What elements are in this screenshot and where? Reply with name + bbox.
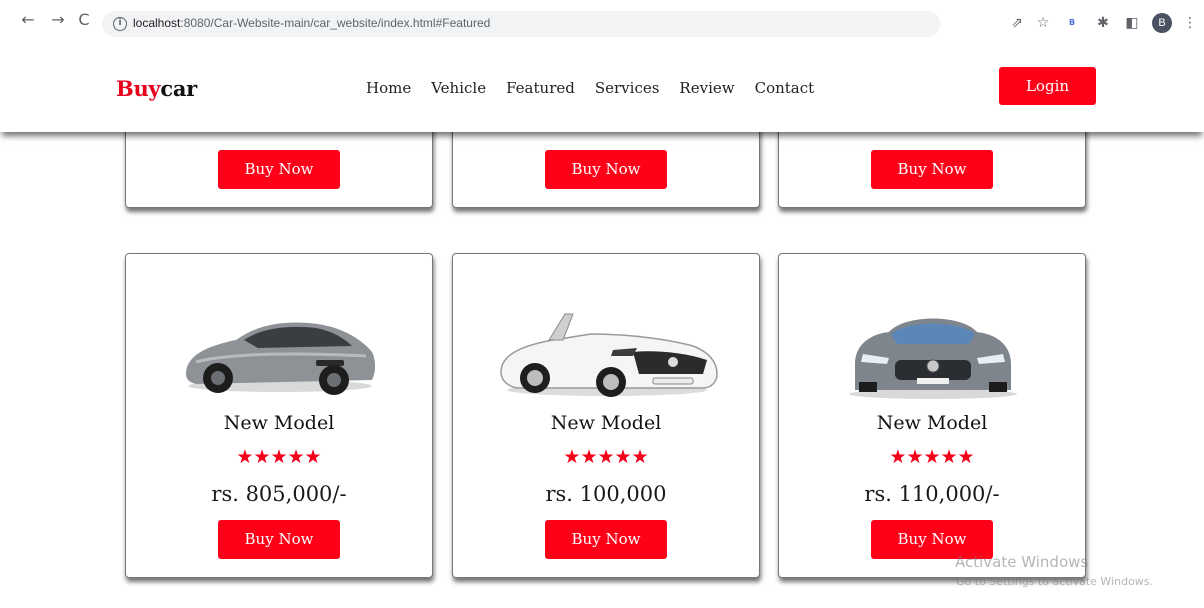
url-host: localhost	[133, 16, 181, 30]
nav-vehicle[interactable]: Vehicle	[431, 79, 486, 97]
site-logo[interactable]: Buycar	[116, 76, 197, 101]
bookmark-star-icon[interactable]: ☆	[1033, 13, 1053, 33]
side-panel-icon[interactable]: ◧	[1122, 13, 1142, 33]
buy-now-button[interactable]: Buy Now	[871, 150, 993, 189]
buy-now-button[interactable]: Buy Now	[545, 520, 667, 559]
card-price: rs. 110,000/-	[864, 482, 1000, 506]
site-info-icon[interactable]: i	[113, 17, 127, 31]
logo-text: car	[160, 76, 197, 101]
car-image	[186, 322, 375, 395]
back-icon[interactable]: ←	[18, 10, 38, 30]
forward-icon[interactable]: →	[48, 10, 68, 30]
card-title: New Model	[223, 412, 335, 434]
share-icon[interactable]: ⇗	[1007, 13, 1027, 33]
address-bar[interactable]: i localhost:8080/Car-Website-main/car_we…	[102, 11, 940, 37]
card-price: rs. 100,000	[545, 482, 667, 506]
page-viewport: Buycar Home Vehicle Featured Services Re…	[0, 48, 1204, 608]
product-card: New Model ★★★★★ rs. 805,000/- Buy Now	[125, 253, 433, 578]
product-card: New Model ★★★★★ rs. 110,000/- Buy Now	[778, 253, 1086, 578]
nav-services[interactable]: Services	[595, 79, 660, 97]
car-image	[500, 313, 718, 397]
url-text[interactable]: localhost:8080/Car-Website-main/car_webs…	[133, 16, 490, 30]
buy-now-button[interactable]: Buy Now	[218, 150, 340, 189]
extension-b-icon[interactable]: B	[1062, 13, 1082, 33]
profile-avatar[interactable]: B	[1152, 13, 1172, 33]
nav-contact[interactable]: Contact	[755, 79, 815, 97]
url-path: :8080/Car-Website-main/car_website/index…	[180, 16, 491, 30]
site-header: Buycar Home Vehicle Featured Services Re…	[0, 48, 1204, 132]
login-button[interactable]: Login	[999, 67, 1096, 105]
rating-stars-icon: ★★★★★	[889, 446, 975, 468]
buy-now-button[interactable]: Buy Now	[545, 150, 667, 189]
buy-now-button[interactable]: Buy Now	[871, 520, 993, 559]
extensions-puzzle-icon[interactable]: ✱	[1093, 13, 1113, 33]
card-title: New Model	[876, 412, 988, 434]
browser-menu-icon[interactable]: ⋮	[1180, 13, 1200, 33]
rating-stars-icon: ★★★★★	[236, 446, 322, 468]
main-nav: Home Vehicle Featured Services Review Co…	[366, 79, 834, 97]
nav-featured[interactable]: Featured	[506, 79, 575, 97]
product-card: New Model ★★★★★ rs. 100,000 Buy Now	[452, 253, 760, 578]
card-title: New Model	[550, 412, 662, 434]
rating-stars-icon: ★★★★★	[563, 446, 649, 468]
car-image	[849, 318, 1017, 399]
nav-review[interactable]: Review	[679, 79, 734, 97]
buy-now-button[interactable]: Buy Now	[218, 520, 340, 559]
nav-home[interactable]: Home	[366, 79, 411, 97]
reload-icon[interactable]: C	[74, 10, 94, 30]
logo-accent-text: Buy	[116, 76, 161, 101]
browser-toolbar: ← → C i localhost:8080/Car-Website-main/…	[0, 0, 1204, 48]
card-price: rs. 805,000/-	[211, 482, 347, 506]
